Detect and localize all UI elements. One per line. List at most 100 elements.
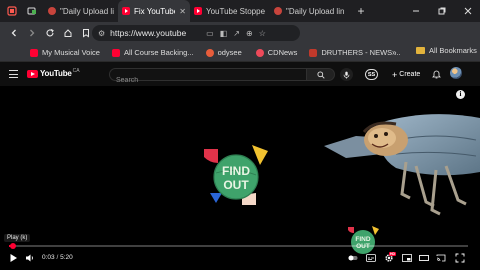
minimize-icon[interactable] — [404, 0, 428, 22]
subtitles-icon — [366, 254, 376, 262]
bookmark-label: All Course Backing... — [123, 48, 194, 57]
folder-icon — [416, 47, 425, 54]
search-box[interactable] — [109, 68, 307, 86]
player-controls: 0:03 / 5:20 HD — [0, 251, 480, 265]
bookmark-label: CDNews — [267, 48, 298, 57]
bookmark-my-musical-voice[interactable]: My Musical Voice — [30, 48, 100, 57]
notifications-bell-icon[interactable] — [430, 68, 442, 80]
back-arrow-icon[interactable] — [6, 25, 22, 41]
autoplay-toggle-icon — [348, 255, 358, 261]
youtube-play-logo-icon — [27, 69, 38, 78]
volume-icon — [26, 254, 33, 262]
subtitles-button[interactable] — [366, 253, 376, 263]
search-icon — [316, 70, 325, 79]
all-bookmarks-label: All Bookmarks — [429, 46, 477, 55]
more-bookmarks-button[interactable]: » — [392, 48, 396, 57]
watermark-text-find: FIND — [355, 236, 370, 243]
youtube-masthead: YouTube CA SS + Create — [0, 62, 480, 86]
close-tab-icon[interactable]: ✕ — [179, 7, 186, 16]
progress-bar[interactable] — [9, 243, 468, 249]
bookmark-druthers[interactable]: DRUTHERS - NEWS ... — [309, 48, 401, 57]
cast-icon — [436, 254, 446, 262]
bookmark-label: DRUTHERS - NEWS ... — [321, 48, 401, 57]
tab-daily-upload-2[interactable]: "Daily Upload lin — [270, 0, 350, 22]
druthers-favicon-icon — [309, 48, 318, 57]
voice-search-button[interactable] — [340, 68, 353, 81]
youtube-favicon-icon — [30, 48, 38, 57]
url-text[interactable]: https://www.youtube — [110, 28, 194, 38]
youtube-logo[interactable]: YouTube CA — [27, 67, 80, 78]
tab-strip: "Daily Upload lin Fix YouTube ✕ YouTube … — [0, 0, 480, 22]
reload-icon[interactable] — [42, 25, 58, 41]
search-button[interactable] — [307, 68, 335, 81]
tab-youtube-stopped[interactable]: YouTube Stoppe — [190, 0, 270, 22]
tab-label: "Daily Upload lin — [286, 6, 345, 16]
microphone-icon — [343, 71, 350, 79]
cast-button[interactable] — [436, 253, 446, 263]
country-code: CA — [72, 67, 80, 74]
video-player[interactable]: i FIND OUT FIND OUT — [0, 86, 480, 270]
youtube-favicon-icon — [111, 48, 120, 57]
tab-daily-upload-1[interactable]: "Daily Upload lin — [44, 0, 118, 22]
cdnews-favicon-icon — [255, 48, 264, 57]
ss-badge[interactable]: SS — [365, 69, 378, 80]
address-bar[interactable]: ⚙ https://www.youtube ▭ ◧ ↗ ⊕ ☆ — [92, 25, 300, 41]
play-icon — [10, 254, 17, 262]
logo-text-find: FIND — [222, 164, 250, 178]
record-favicon-icon — [274, 7, 282, 15]
miniplayer-button[interactable] — [402, 253, 412, 263]
tab-fix-youtube[interactable]: Fix YouTube ✕ — [118, 0, 190, 22]
volume-button[interactable] — [25, 253, 35, 263]
bookmark-page-icon[interactable]: ☆ — [259, 29, 266, 38]
hd-badge: HD — [388, 252, 396, 256]
find-out-logo: FIND OUT — [204, 145, 268, 205]
navigation-bar: ⚙ https://www.youtube ▭ ◧ ↗ ⊕ ☆ — [0, 22, 480, 59]
all-bookmarks-button[interactable]: All Bookmarks — [416, 46, 477, 55]
tab-groups-icon[interactable] — [23, 3, 40, 20]
forward-arrow-icon[interactable] — [24, 25, 40, 41]
tab-label: "Daily Upload lin — [60, 6, 114, 16]
new-tab-button[interactable]: + — [354, 4, 368, 18]
miniplayer-icon — [402, 254, 412, 262]
bookmarks-bar: My Musical Voice All Course Backing... o… — [0, 44, 480, 62]
time-display: 0:03 / 5:20 — [42, 254, 73, 261]
bookmark-all-course-backing[interactable]: All Course Backing... — [111, 48, 194, 57]
current-time: 0:03 — [42, 254, 55, 261]
search-input[interactable] — [110, 75, 306, 86]
duration: 5:20 — [60, 254, 73, 261]
autoplay-toggle[interactable] — [348, 253, 358, 263]
home-icon[interactable] — [60, 25, 76, 41]
settings-button[interactable]: HD — [384, 252, 396, 263]
cast-icon[interactable]: ▭ — [206, 29, 214, 38]
bookmark-cdnews[interactable]: CDNews — [255, 48, 298, 57]
site-settings-icon[interactable]: ⚙ — [98, 29, 105, 38]
close-window-icon[interactable] — [456, 0, 480, 22]
logo-wordmark: YouTube — [40, 69, 72, 78]
youtube-favicon-icon — [122, 7, 130, 15]
odysee-favicon-icon — [205, 48, 214, 57]
tab-search-icon[interactable] — [3, 3, 20, 20]
insect-creature-image — [324, 114, 480, 216]
avatar[interactable] — [450, 67, 462, 79]
fullscreen-icon — [455, 253, 465, 263]
tab-label: YouTube Stoppe — [206, 6, 266, 16]
create-label: Create — [399, 71, 421, 78]
play-button[interactable] — [8, 253, 18, 263]
info-icon[interactable]: i — [456, 90, 465, 99]
bookmark-label: odysee — [217, 48, 242, 57]
bookmark-odysee[interactable]: odysee — [205, 48, 242, 57]
fullscreen-button[interactable] — [455, 253, 465, 263]
share-icon[interactable]: ↗ — [233, 29, 240, 38]
logo-text-out: OUT — [223, 178, 249, 192]
media-control-icon[interactable]: ◧ — [220, 29, 228, 38]
play-tooltip: Play (k) — [4, 234, 31, 242]
tab-label: Fix YouTube — [134, 6, 176, 16]
create-button[interactable]: + Create — [392, 68, 420, 81]
zoom-icon[interactable]: ⊕ — [246, 29, 253, 38]
guide-menu-icon[interactable] — [9, 70, 18, 78]
record-favicon-icon — [48, 7, 56, 15]
plus-icon: + — [392, 69, 398, 80]
bookmark-label: My Musical Voice — [42, 48, 100, 57]
theater-mode-button[interactable] — [419, 253, 429, 263]
restore-icon[interactable] — [430, 0, 454, 22]
